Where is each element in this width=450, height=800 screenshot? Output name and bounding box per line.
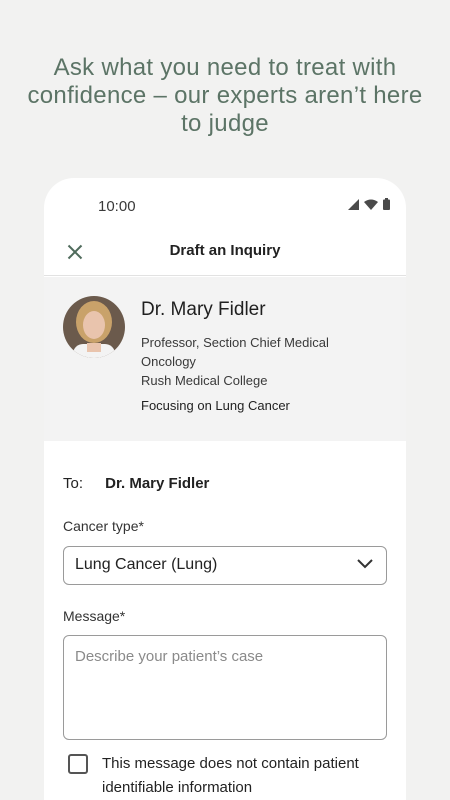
message-field[interactable]: Describe your patient’s case — [63, 635, 387, 740]
phone-frame: 10:00 Draft an Inquiry Dr. Mary Fidler P… — [44, 178, 406, 800]
no-pii-checkbox[interactable] — [68, 754, 88, 774]
recipient-row: To: Dr. Mary Fidler — [63, 475, 209, 492]
to-label: To: — [63, 475, 84, 492]
expert-institution: Rush Medical College — [141, 373, 268, 388]
page-title: Draft an Inquiry — [169, 242, 281, 259]
cancer-type-select[interactable]: Lung Cancer (Lung) — [63, 546, 387, 585]
status-icons — [348, 198, 390, 210]
expert-name: Dr. Mary Fidler — [141, 299, 266, 320]
promo-headline: Ask what you need to treat with confiden… — [27, 54, 423, 137]
expert-card: Dr. Mary Fidler Professor, Section Chief… — [44, 277, 406, 441]
message-label: Message* — [63, 608, 126, 624]
message-placeholder: Describe your patient’s case — [75, 648, 264, 665]
app-bar: Draft an Inquiry — [44, 228, 406, 276]
signal-icon — [348, 198, 359, 210]
cancer-type-label: Cancer type* — [63, 518, 144, 534]
expert-focus: Focusing on Lung Cancer — [141, 398, 290, 413]
wifi-icon — [364, 199, 378, 210]
expert-credentials: Professor, Section Chief Medical Oncolog… — [141, 333, 371, 390]
avatar — [63, 296, 125, 358]
inquiry-form: To: Dr. Mary Fidler Cancer type* Lung Ca… — [44, 441, 406, 800]
battery-icon — [383, 198, 390, 210]
cancer-type-value: Lung Cancer (Lung) — [75, 556, 218, 573]
recipient-name: Dr. Mary Fidler — [105, 475, 210, 492]
no-pii-checkbox-label[interactable]: This message does not contain patient id… — [102, 752, 392, 800]
status-time: 10:00 — [98, 198, 136, 215]
expert-title: Professor, Section Chief Medical Oncolog… — [141, 335, 329, 369]
chevron-down-icon — [357, 559, 373, 569]
